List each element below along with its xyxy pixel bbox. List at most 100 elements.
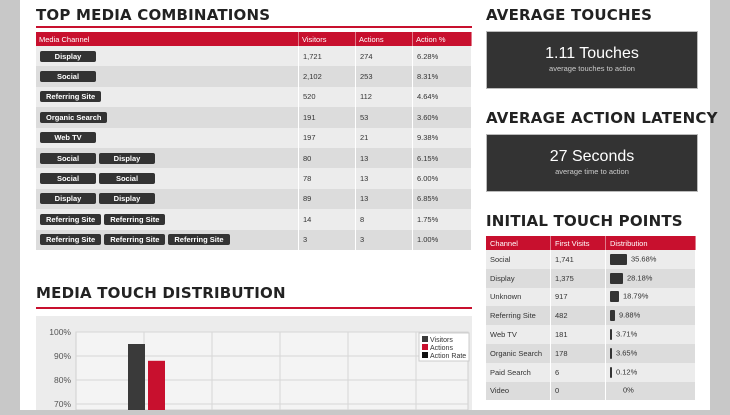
channel-tag[interactable]: Referring Site [104,234,166,246]
legend-swatch [422,352,428,358]
channel-cell: Web TV [486,325,551,344]
table-row: Display 1,375 28.18% [486,268,696,288]
actions-cell: 13 [355,188,413,210]
table-row: Referring Site Referring Site 14 8 1.75% [36,209,472,230]
y-tick-label: 80% [54,375,71,385]
chart-bar-actions [148,360,165,410]
channel-tag[interactable]: Social [40,152,96,164]
avg-latency-value: 27 Seconds [549,148,635,165]
channel-tag[interactable]: Organic Search [40,111,108,123]
avg-touches-caption: average touches to action [549,64,635,73]
column-header-media-channel[interactable]: Media Channel [36,32,299,46]
media-channel-cell: Display Display [36,188,299,210]
distribution-title-underline [36,307,472,309]
visitors-cell: 78 [298,168,356,189]
legend-swatch [422,336,428,342]
distribution-percent: 28.18% [627,273,653,283]
media-channel-cell: Social Display [36,147,299,169]
distribution-cell: 9.88% [605,306,696,326]
column-header-distribution[interactable]: Distribution [605,236,696,250]
visitors-cell: 2,102 [298,66,356,87]
channel-tag[interactable]: Display [40,193,96,205]
chart-legend: VisitorsActionsAction Rate [418,332,470,362]
channel-tag[interactable]: Social [40,71,96,83]
media-channel-cell: Referring Site Referring Site Referring Si… [36,229,299,250]
actions-cell: 253 [355,66,413,87]
media-channel-cell: Web TV [36,127,299,148]
media-channel-cell: Display [36,46,299,67]
visitors-cell: 3 [298,229,356,250]
first-visits-cell: 178 [550,343,606,363]
first-visits-cell: 482 [550,306,606,326]
media-channel-cell: Referring Site [36,86,299,108]
channel-tag[interactable]: Display [40,50,96,62]
legend-swatch [422,344,428,350]
first-visits-cell: 0 [550,381,606,401]
avg-latency-panel: 27 Seconds average time to action [486,134,698,192]
table-row: Referring Site Referring Site Referring Si… [36,229,472,250]
distribution-bar [610,272,623,284]
column-header-actions[interactable]: Actions [355,32,413,46]
distribution-percent: 3.65% [616,348,638,358]
first-visits-cell: 6 [550,362,606,382]
first-visits-cell: 917 [550,287,606,307]
table-row: Social Display 80 13 6.15% [36,147,472,169]
channel-cell: Organic Search [486,343,551,363]
dashboard-page: TOP MEDIA COMBINATIONS Media Channel Vis… [20,0,717,411]
distribution-cell: 35.68% [605,250,696,269]
y-tick-label: 100% [49,327,71,337]
channel-tag[interactable]: Referring Site [104,213,166,225]
visitors-cell: 80 [298,147,356,169]
column-header-first-visits[interactable]: First Visits [550,236,606,250]
channel-tag[interactable]: Social [99,173,155,185]
distribution-percent: 18.79% [623,291,649,301]
channel-tag[interactable]: Referring Site [168,234,230,246]
channel-tag[interactable]: Referring Site [40,213,102,225]
table-row: Social 2,102 253 8.31% [36,66,472,87]
actions-cell: 3 [355,229,413,250]
media-channel-cell: Organic Search [36,107,299,128]
distribution-chart: 100% 90% 80% 70% VisitorsActionsAction Rate [49,327,470,411]
actions-cell: 112 [355,86,413,108]
first-visits-cell: 1,741 [550,250,606,269]
combinations-title-underline [36,26,472,28]
action-rate-cell: 1.75% [412,209,472,230]
first-visits-cell: 1,375 [550,268,606,288]
distribution-title: MEDIA TOUCH DISTRIBUTION [36,284,286,302]
action-rate-cell: 9.38% [412,127,472,148]
avg-latency-title: AVERAGE ACTION LATENCY [486,109,718,127]
channel-tag[interactable]: Referring Site [40,91,102,103]
channel-tag[interactable]: Web TV [40,132,96,144]
action-rate-cell: 6.85% [412,188,472,210]
channel-tag[interactable]: Display [99,152,155,164]
avg-touches-value: 1.11 Touches [545,45,639,62]
table-row: Paid Search 6 0.12% [486,362,696,382]
channel-tag[interactable]: Display [99,193,155,205]
action-rate-cell: 4.64% [412,86,472,108]
actions-cell: 274 [355,46,413,67]
avg-touches-panel: 1.11 Touches average touches to action [486,31,698,89]
channel-tag[interactable]: Social [40,173,96,185]
table-row: Social Social 78 13 6.00% [36,168,472,189]
column-header-channel[interactable]: Channel [486,236,551,250]
distribution-chart-panel: 100% 90% 80% 70% Visitors Actions Action Rate [36,316,472,411]
actions-cell: 13 [355,147,413,169]
visitors-cell: 520 [298,86,356,108]
initial-touch-title: INITIAL TOUCH POINTS [486,212,683,230]
distribution-percent: 0% [623,385,634,395]
column-header-visitors[interactable]: Visitors [298,32,356,46]
table-row: Organic Search 178 3.65% [486,343,696,363]
column-header-action-rate[interactable]: Action % [412,32,472,46]
y-tick-label: 70% [54,399,71,409]
distribution-bar [610,347,612,359]
distribution-bar [610,329,612,341]
distribution-bar [610,253,627,265]
channel-tag[interactable]: Referring Site [40,234,102,246]
action-rate-cell: 1.00% [412,229,472,250]
actions-cell: 8 [355,209,413,230]
table-row: Referring Site 482 9.88% [486,306,696,326]
action-rate-cell: 8.31% [412,66,472,87]
combinations-title: TOP MEDIA COMBINATIONS [36,6,271,24]
media-channel-cell: Social [36,66,299,87]
distribution-cell: 3.65% [605,343,696,363]
